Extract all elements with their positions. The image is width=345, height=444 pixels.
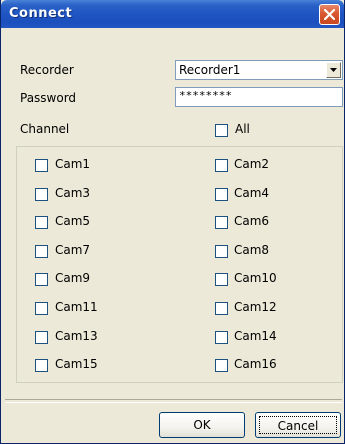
ok-button-label: OK: [193, 418, 211, 432]
password-value: ********: [179, 89, 232, 102]
channel-label: Cam7: [55, 243, 91, 257]
cancel-button-label: Cancel: [277, 419, 319, 433]
channel-label: Cam11: [55, 300, 98, 314]
channel-label: Cam16: [234, 357, 277, 371]
ok-button[interactable]: OK: [159, 412, 245, 438]
channel-label: Cam14: [234, 329, 277, 343]
channel-label: Cam10: [234, 271, 277, 285]
close-icon: [324, 9, 335, 20]
channel-label: Cam3: [55, 186, 91, 200]
cancel-focus-ring: Cancel: [259, 416, 337, 434]
button-separator: [5, 399, 342, 403]
channel-label: Cam12: [234, 300, 277, 314]
all-checkbox[interactable]: [215, 124, 228, 137]
connect-dialog: Connect Recorder Recorder1 Password ****…: [0, 0, 345, 444]
channel-checkbox[interactable]: [215, 188, 228, 201]
chevron-down-icon: [330, 68, 337, 72]
password-field[interactable]: ********: [175, 87, 343, 107]
channel-checkbox[interactable]: [215, 331, 228, 344]
channel-checkbox[interactable]: [35, 159, 48, 172]
close-button[interactable]: [319, 4, 340, 25]
channel-checkbox[interactable]: [215, 245, 228, 258]
title-bar[interactable]: Connect: [1, 0, 344, 28]
channel-checkbox[interactable]: [215, 159, 228, 172]
cancel-button[interactable]: Cancel: [255, 412, 341, 438]
channel-label: Cam4: [234, 186, 270, 200]
all-label: All: [235, 122, 250, 136]
channel-checkbox[interactable]: [215, 273, 228, 286]
recorder-dropdown-button[interactable]: [326, 62, 341, 78]
channel-checkbox[interactable]: [35, 216, 48, 229]
channel-label: Channel: [20, 122, 70, 136]
channel-label: Cam2: [234, 157, 270, 171]
channel-checkbox[interactable]: [215, 359, 228, 372]
recorder-label: Recorder: [20, 63, 74, 77]
channel-checkbox[interactable]: [215, 302, 228, 315]
channel-checkbox[interactable]: [35, 245, 48, 258]
channel-group: [16, 146, 343, 383]
password-label: Password: [20, 91, 77, 105]
channel-checkbox[interactable]: [35, 302, 48, 315]
recorder-select-value: Recorder1: [179, 63, 241, 77]
channel-checkbox[interactable]: [35, 359, 48, 372]
window-title: Connect: [9, 6, 73, 21]
channel-checkbox[interactable]: [35, 331, 48, 344]
channel-label: Cam6: [234, 214, 270, 228]
channel-checkbox[interactable]: [35, 188, 48, 201]
recorder-select[interactable]: Recorder1: [175, 60, 343, 80]
channel-label: Cam9: [55, 271, 91, 285]
channel-label: Cam15: [55, 357, 98, 371]
channel-label: Cam1: [55, 157, 91, 171]
channel-checkbox[interactable]: [35, 273, 48, 286]
channel-label: Cam5: [55, 214, 91, 228]
channel-label: Cam8: [234, 243, 270, 257]
channel-label: Cam13: [55, 329, 98, 343]
channel-checkbox[interactable]: [215, 216, 228, 229]
